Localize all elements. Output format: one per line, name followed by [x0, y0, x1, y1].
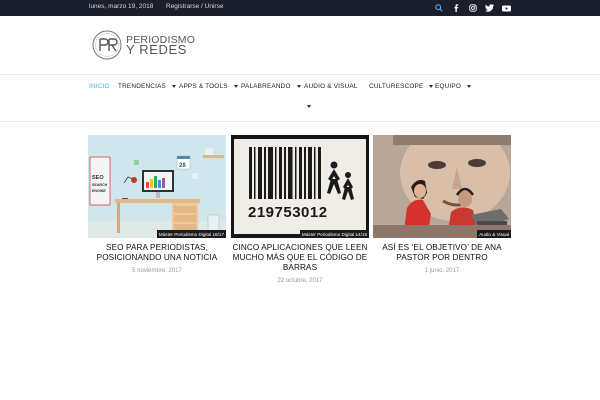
facebook-icon[interactable]	[447, 0, 464, 16]
post-date: 22 octubre, 2017	[277, 278, 323, 284]
login-link[interactable]: Registrarse / Unirse	[166, 3, 223, 10]
chevron-down-icon	[467, 85, 472, 88]
nav-label: INICIO	[89, 83, 110, 90]
instagram-icon[interactable]	[464, 0, 481, 16]
category-badge[interactable]: Máster Periodismo Digital 14/15	[299, 230, 369, 238]
youtube-icon[interactable]	[498, 0, 515, 16]
post-title[interactable]: ASÍ ES ‘EL OBJETIVO’ DE ANA PASTOR POR D…	[373, 243, 511, 263]
nav-label: AUDIO & VISUAL	[304, 83, 358, 90]
seo-office-illustration: SEO SEARCH ENGINE 28	[88, 135, 226, 238]
social-icons	[430, 0, 515, 16]
nav-divider	[0, 121, 600, 122]
twitter-icon[interactable]	[481, 0, 498, 16]
barcode-number: 219753012	[248, 204, 328, 221]
poster-text: ENGINE	[92, 189, 106, 193]
current-date: lunes, marzo 19, 2018	[89, 3, 154, 10]
more-menu-chevron-icon[interactable]	[307, 105, 311, 108]
nav-item-equipo[interactable]: EQUIPO	[435, 83, 472, 90]
post-title[interactable]: CINCO APLICACIONES QUE LEEN MUCHO MÁS QU…	[231, 243, 369, 273]
post-card[interactable]: Audio & Visual ASÍ ES ‘EL OBJETIVO’ DE A…	[373, 135, 511, 274]
category-badge[interactable]: Máster Periodismo Digital 16/17	[156, 230, 226, 238]
chevron-down-icon	[172, 85, 177, 88]
site-logo[interactable]: PERIODISMO Y REDES	[91, 29, 195, 61]
post-thumbnail[interactable]: 219753012 Máster Periodismo Digital 14/1…	[231, 135, 369, 238]
logo-line-2: Y REDES	[126, 42, 188, 57]
nav-item-audio-visual[interactable]: AUDIO & VISUAL	[304, 83, 358, 90]
nav-label: PALABREANDO	[241, 83, 291, 90]
category-badge[interactable]: Audio & Visual	[477, 230, 511, 238]
barcode-illustration: 219753012	[231, 135, 369, 238]
logo-text: PERIODISMO Y REDES	[126, 35, 195, 57]
poster-text: SEARCH	[92, 183, 108, 187]
poster-text: SEO	[92, 175, 104, 181]
post-date: 5 noviembre, 2017	[132, 268, 182, 274]
nav-label: CULTURESCOPE	[369, 83, 424, 90]
chevron-down-icon	[233, 85, 238, 88]
tv-studio-photo-illustration	[373, 135, 511, 238]
nav-item-inicio[interactable]: INICIO	[89, 83, 110, 90]
calendar-day: 28	[179, 163, 186, 169]
top-bar: lunes, marzo 19, 2018 Registrarse / Unir…	[0, 0, 600, 16]
nav-item-trendencias[interactable]: TRENDENCIAS	[118, 83, 177, 90]
chevron-down-icon	[429, 85, 434, 88]
post-title[interactable]: SEO PARA PERIODISTAS, POSICIONANDO UNA N…	[88, 243, 226, 263]
main-navigation: INICIO TRENDENCIAS APPS & TOOLS PALABREA…	[0, 75, 600, 121]
nav-item-apps-tools[interactable]: APPS & TOOLS	[179, 83, 238, 90]
nav-item-culturescope[interactable]: CULTURESCOPE	[369, 83, 434, 90]
post-card[interactable]: SEO SEARCH ENGINE 28 Máster Periodismo D…	[88, 135, 226, 274]
chevron-down-icon	[296, 85, 301, 88]
post-card[interactable]: 219753012 Máster Periodismo Digital 14/1…	[231, 135, 369, 284]
nav-label: APPS & TOOLS	[179, 83, 228, 90]
search-icon[interactable]	[430, 0, 447, 16]
nav-label: TRENDENCIAS	[118, 83, 167, 90]
post-thumbnail[interactable]: SEO SEARCH ENGINE 28 Máster Periodismo D…	[88, 135, 226, 238]
nav-label: EQUIPO	[435, 83, 462, 90]
nav-item-palabreando[interactable]: PALABREANDO	[241, 83, 301, 90]
post-thumbnail[interactable]: Audio & Visual	[373, 135, 511, 238]
logo-emblem-icon	[92, 30, 122, 60]
post-date: 1 junio, 2017	[424, 268, 460, 274]
